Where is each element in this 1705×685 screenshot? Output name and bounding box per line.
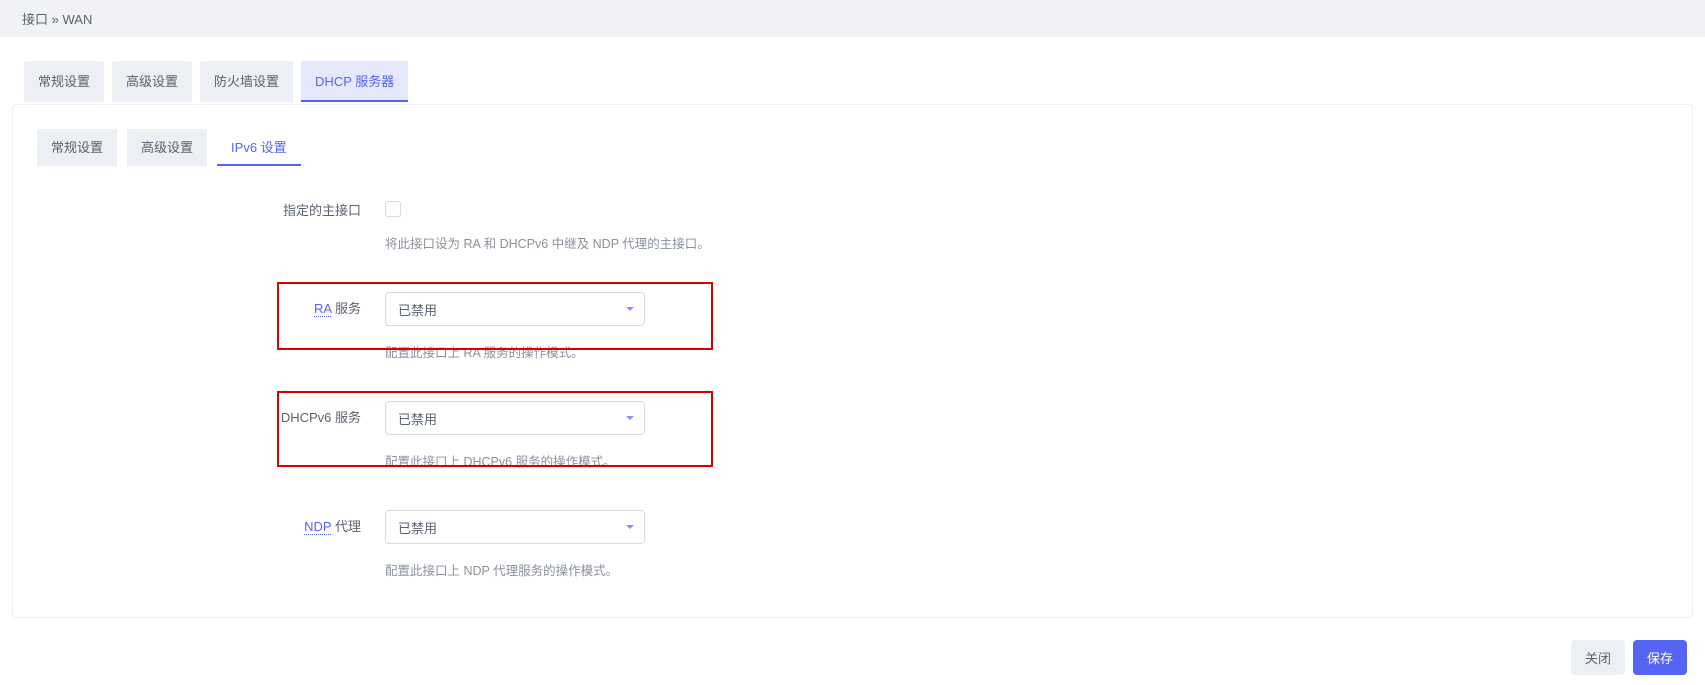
inner-tab-ipv6[interactable]: IPv6 设置: [217, 129, 301, 166]
breadcrumb-interface[interactable]: 接口: [22, 12, 48, 27]
save-button[interactable]: 保存: [1633, 640, 1687, 675]
chevron-down-icon: [626, 416, 634, 420]
select-dhcpv6-value: 已禁用: [398, 409, 437, 428]
breadcrumb-sep: »: [48, 12, 62, 27]
dhcp-server-panel: 常规设置 高级设置 IPv6 设置 指定的主接口 将此接口设为 RA 和 DHC…: [12, 104, 1693, 618]
label-ndp-suffix: 代理: [331, 519, 361, 534]
inner-tab-general[interactable]: 常规设置: [37, 129, 117, 166]
select-ra-service[interactable]: 已禁用: [385, 292, 645, 326]
label-ra-suffix: 服务: [331, 301, 361, 316]
outer-tabs: 常规设置 高级设置 防火墙设置 DHCP 服务器: [24, 61, 1693, 102]
label-ra-service: RA 服务: [33, 292, 385, 317]
help-ra-service: 配置此接口上 RA 服务的操作模式。: [385, 342, 645, 361]
label-master-interface: 指定的主接口: [33, 194, 385, 219]
select-ndp-proxy[interactable]: 已禁用: [385, 510, 645, 544]
inner-tab-advanced[interactable]: 高级设置: [127, 129, 207, 166]
breadcrumb: 接口 » WAN: [0, 0, 1705, 37]
help-dhcpv6-service: 配置此接口上 DHCPv6 服务的操作模式。: [385, 451, 645, 470]
footer-actions: 关闭 保存: [12, 640, 1687, 675]
select-dhcpv6-service[interactable]: 已禁用: [385, 401, 645, 435]
field-ndp-proxy: NDP 代理 已禁用 配置此接口上 NDP 代理服务的操作模式。: [33, 504, 1672, 585]
select-ndp-value: 已禁用: [398, 518, 437, 537]
close-button[interactable]: 关闭: [1571, 640, 1625, 675]
help-master-interface: 将此接口设为 RA 和 DHCPv6 中继及 NDP 代理的主接口。: [385, 233, 710, 252]
link-ra[interactable]: RA: [314, 301, 331, 317]
chevron-down-icon: [626, 307, 634, 311]
breadcrumb-wan: WAN: [62, 12, 92, 27]
tab-general[interactable]: 常规设置: [24, 61, 104, 102]
link-ndp[interactable]: NDP: [304, 519, 331, 535]
label-dhcpv6-service: DHCPv6 服务: [33, 401, 385, 426]
label-ndp-proxy: NDP 代理: [33, 510, 385, 535]
inner-tabs: 常规设置 高级设置 IPv6 设置: [37, 129, 1672, 166]
tab-advanced[interactable]: 高级设置: [112, 61, 192, 102]
chevron-down-icon: [626, 525, 634, 529]
select-ra-value: 已禁用: [398, 300, 437, 319]
help-ndp-proxy: 配置此接口上 NDP 代理服务的操作模式。: [385, 560, 645, 579]
tab-firewall[interactable]: 防火墙设置: [200, 61, 293, 102]
field-dhcpv6-service: DHCPv6 服务 已禁用 配置此接口上 DHCPv6 服务的操作模式。: [33, 395, 1672, 476]
tab-dhcp-server[interactable]: DHCP 服务器: [301, 61, 408, 102]
field-ra-service: RA 服务 已禁用 配置此接口上 RA 服务的操作模式。: [33, 286, 1672, 367]
checkbox-master-interface[interactable]: [385, 201, 401, 217]
field-master-interface: 指定的主接口 将此接口设为 RA 和 DHCPv6 中继及 NDP 代理的主接口…: [33, 188, 1672, 258]
